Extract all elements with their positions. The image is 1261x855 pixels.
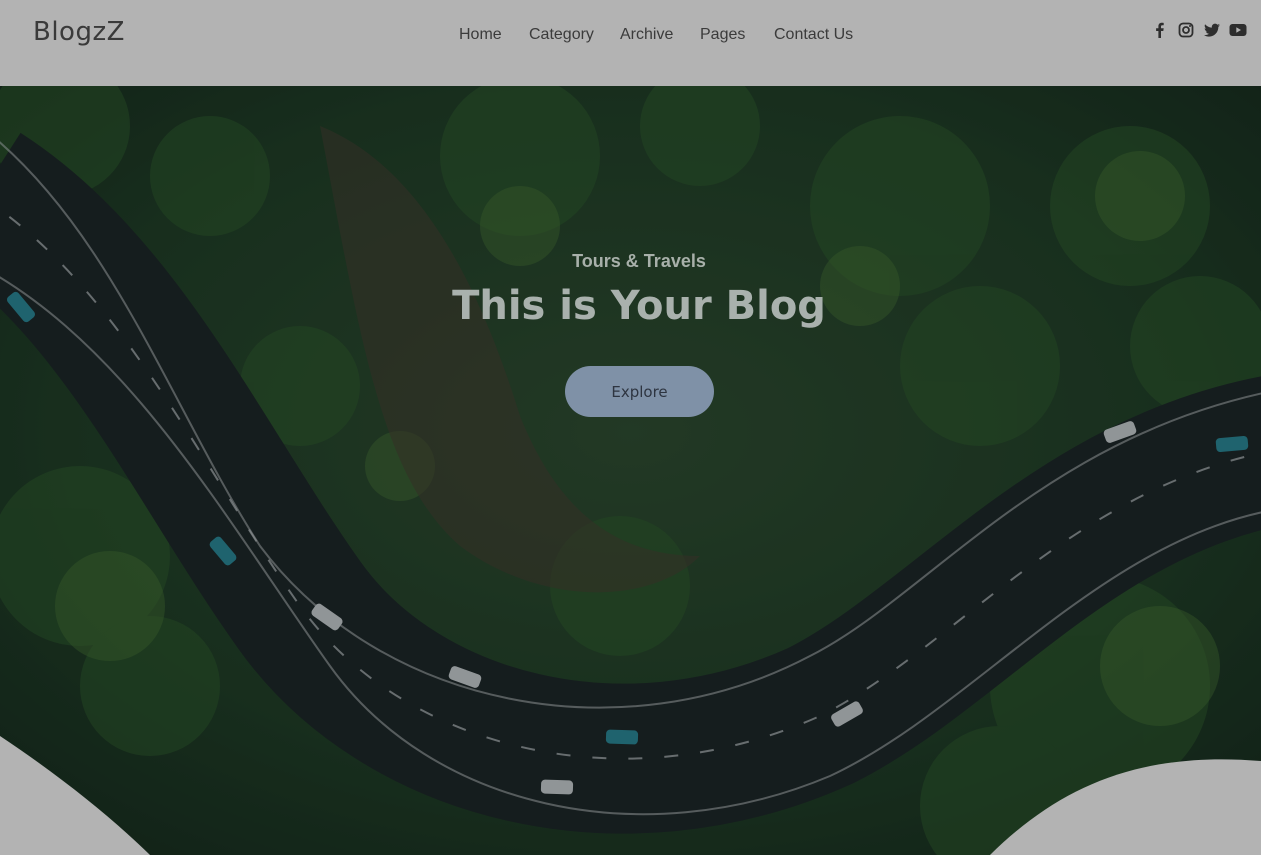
- hero-title: This is Your Blog: [452, 283, 826, 329]
- nav-link-category[interactable]: Category: [529, 26, 594, 44]
- brand-logo[interactable]: BlogzZ: [33, 17, 125, 47]
- social-links: [1151, 21, 1247, 39]
- facebook-icon[interactable]: [1151, 21, 1169, 39]
- instagram-icon[interactable]: [1177, 21, 1195, 39]
- top-navbar: BlogzZ Home Category Archive Pages Conta…: [0, 0, 1261, 86]
- hero-background-image: [0, 86, 1261, 855]
- nav-link-contact-us[interactable]: Contact Us: [774, 26, 853, 44]
- twitter-icon[interactable]: [1203, 21, 1221, 39]
- explore-button[interactable]: Explore: [565, 366, 714, 417]
- hero-banner: Tours & Travels This is Your Blog Explor…: [0, 86, 1261, 855]
- nav-link-home[interactable]: Home: [459, 26, 502, 44]
- nav-link-archive[interactable]: Archive: [620, 26, 673, 44]
- nav-link-pages[interactable]: Pages: [700, 26, 745, 44]
- hero-subtitle: Tours & Travels: [572, 251, 706, 271]
- youtube-icon[interactable]: [1229, 21, 1247, 39]
